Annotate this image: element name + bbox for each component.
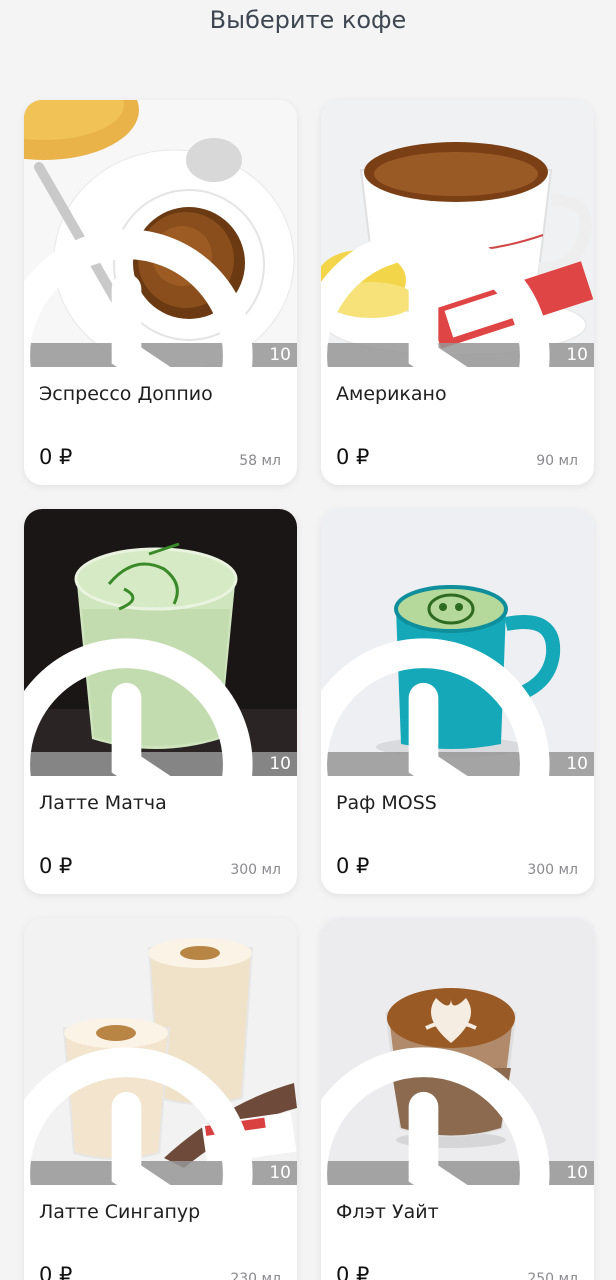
clock-icon	[321, 228, 550, 367]
prep-time: 10	[566, 754, 588, 774]
product-photo: 10	[321, 918, 594, 1185]
product-name: Американо	[336, 383, 447, 405]
prep-time-badge: 10	[24, 637, 297, 776]
prep-time: 10	[269, 345, 291, 365]
product-price: 0 ₽	[39, 445, 73, 469]
clock-icon	[321, 637, 550, 776]
product-photo: 10	[24, 509, 297, 776]
product-photo: 10	[321, 100, 594, 367]
clock-icon	[24, 228, 253, 367]
product-grid: 10 Эспрессо Доппио 0 ₽ 58 мл 10 Американ…	[24, 100, 594, 1280]
product-name: Флэт Уайт	[336, 1201, 439, 1223]
prep-time-badge: 10	[24, 1046, 297, 1185]
prep-time: 10	[269, 1163, 291, 1183]
product-volume: 300 мл	[527, 862, 578, 878]
product-volume: 230 мл	[230, 1271, 281, 1280]
product-card[interactable]: 10 Латте Сингапур 0 ₽ 230 мл	[24, 918, 297, 1280]
prep-time-badge: 10	[321, 228, 594, 367]
page-title: Выберите кофе	[209, 6, 407, 34]
product-volume: 250 мл	[527, 1271, 578, 1280]
product-name: Латте Сингапур	[39, 1201, 201, 1223]
product-card[interactable]: 10 Эспрессо Доппио 0 ₽ 58 мл	[24, 100, 297, 485]
product-price: 0 ₽	[39, 854, 73, 878]
product-name: Раф MOSS	[336, 792, 437, 814]
prep-time: 10	[269, 754, 291, 774]
clock-icon	[24, 1046, 253, 1185]
product-card[interactable]: 10 Флэт Уайт 0 ₽ 250 мл	[321, 918, 594, 1280]
product-price: 0 ₽	[336, 854, 370, 878]
product-volume: 300 мл	[230, 862, 281, 878]
prep-time-badge: 10	[321, 637, 594, 776]
product-photo: 10	[24, 918, 297, 1185]
product-price: 0 ₽	[336, 1263, 370, 1280]
product-photo: 10	[24, 100, 297, 367]
product-card[interactable]: 10 Раф MOSS 0 ₽ 300 мл	[321, 509, 594, 894]
prep-time: 10	[566, 1163, 588, 1183]
product-price: 0 ₽	[336, 445, 370, 469]
product-volume: 58 мл	[239, 453, 281, 469]
prep-time-badge: 10	[24, 228, 297, 367]
product-name: Эспрессо Доппио	[39, 383, 213, 405]
clock-icon	[321, 1046, 550, 1185]
product-price: 0 ₽	[39, 1263, 73, 1280]
product-volume: 90 мл	[536, 453, 578, 469]
product-photo: 10	[321, 509, 594, 776]
product-name: Латте Матча	[39, 792, 167, 814]
prep-time-badge: 10	[321, 1046, 594, 1185]
product-card[interactable]: 10 Латте Матча 0 ₽ 300 мл	[24, 509, 297, 894]
clock-icon	[24, 637, 253, 776]
prep-time: 10	[566, 345, 588, 365]
product-card[interactable]: 10 Американо 0 ₽ 90 мл	[321, 100, 594, 485]
